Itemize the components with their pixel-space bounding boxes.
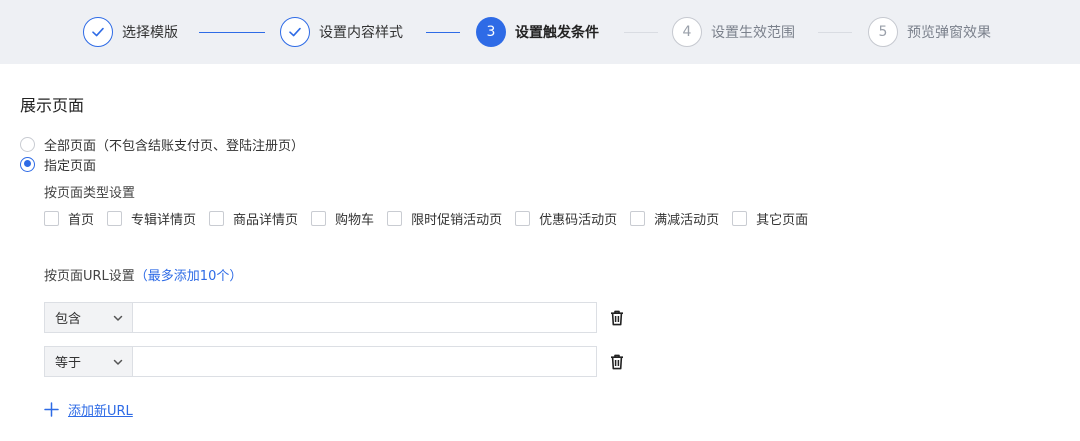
chevron-down-icon xyxy=(113,359,123,365)
add-url-button[interactable]: 添加新URL xyxy=(44,399,133,419)
condition-select[interactable]: 等于 xyxy=(44,346,132,377)
checkbox-product-detail[interactable]: 商品详情页 xyxy=(209,209,298,228)
checkbox-label: 限时促销活动页 xyxy=(411,212,503,228)
radio-button-checked[interactable] xyxy=(20,156,35,172)
page-type-checkboxes: 首页 专辑详情页 商品详情页 购物车 限时促销活动页 优惠码活动页 满减活动页 … xyxy=(44,209,821,228)
checkbox-coupon[interactable]: 优惠码活动页 xyxy=(515,209,617,228)
step-1[interactable]: 选择模版 xyxy=(83,17,178,47)
step-5-label: 预览弹窗效果 xyxy=(907,25,991,41)
step-1-label: 选择模版 xyxy=(122,25,178,41)
checkbox[interactable] xyxy=(209,210,225,226)
plus-icon xyxy=(44,401,59,417)
checkbox-home[interactable]: 首页 xyxy=(44,209,94,228)
checkbox[interactable] xyxy=(311,210,327,226)
by-type-title: 按页面类型设置 xyxy=(44,186,136,201)
checkbox[interactable] xyxy=(732,210,748,226)
step-3[interactable]: 3 设置触发条件 xyxy=(476,17,599,47)
step-connector xyxy=(199,32,265,33)
checkbox-label: 满减活动页 xyxy=(654,212,720,228)
step-3-number: 3 xyxy=(476,17,506,47)
add-url-label: 添加新URL xyxy=(68,403,133,419)
checkbox[interactable] xyxy=(515,210,531,226)
condition-select-value: 等于 xyxy=(55,356,82,371)
checkbox-label: 专辑详情页 xyxy=(131,212,197,228)
by-url-hint: （最多添加10个） xyxy=(134,269,243,284)
checkbox-flash-sale[interactable]: 限时促销活动页 xyxy=(387,209,502,228)
checkbox[interactable] xyxy=(44,210,59,226)
progress-stepper: 选择模版 设置内容样式 3 设置触发条件 4 设置生效范围 5 预览弹窗效果 xyxy=(0,0,1080,64)
radio-button[interactable] xyxy=(20,136,35,152)
checkbox-cart[interactable]: 购物车 xyxy=(311,209,374,228)
checkbox-album-detail[interactable]: 专辑详情页 xyxy=(107,209,196,228)
step-5-number: 5 xyxy=(868,17,898,47)
condition-select[interactable]: 包含 xyxy=(44,302,132,333)
checkbox-label: 其它页面 xyxy=(756,212,809,228)
step-2-check-icon xyxy=(280,17,310,47)
radio-specified-pages[interactable]: 指定页面 xyxy=(20,155,97,174)
by-url-title: 按页面URL设置（最多添加10个） xyxy=(44,265,242,284)
checkbox[interactable] xyxy=(387,210,403,226)
step-4[interactable]: 4 设置生效范围 xyxy=(672,17,795,47)
checkbox-other[interactable]: 其它页面 xyxy=(732,209,808,228)
step-connector xyxy=(624,32,658,33)
step-4-number: 4 xyxy=(672,17,702,47)
step-1-check-icon xyxy=(83,17,113,47)
section-title: 展示页面 xyxy=(20,96,85,115)
url-input[interactable] xyxy=(132,346,597,377)
checkbox-label: 首页 xyxy=(68,212,95,228)
checkbox-label: 商品详情页 xyxy=(233,212,299,228)
url-rule-row: 包含 xyxy=(44,302,625,333)
checkbox-label: 购物车 xyxy=(335,212,375,228)
step-2-label: 设置内容样式 xyxy=(319,25,403,41)
checkbox[interactable] xyxy=(107,210,123,226)
condition-select-value: 包含 xyxy=(55,312,82,327)
checkbox-discount[interactable]: 满减活动页 xyxy=(630,209,719,228)
chevron-down-icon xyxy=(113,315,123,321)
step-connector xyxy=(426,32,460,33)
radio-all-pages[interactable]: 全部页面（不包含结账支付页、登陆注册页） xyxy=(20,135,305,154)
step-5[interactable]: 5 预览弹窗效果 xyxy=(868,17,991,47)
step-connector xyxy=(818,32,852,33)
url-input[interactable] xyxy=(132,302,597,333)
checkbox[interactable] xyxy=(630,210,646,226)
step-4-label: 设置生效范围 xyxy=(711,25,795,41)
step-2[interactable]: 设置内容样式 xyxy=(280,17,403,47)
checkbox-label: 优惠码活动页 xyxy=(539,212,618,228)
by-url-title-text: 按页面URL设置 xyxy=(44,269,135,284)
trash-icon[interactable] xyxy=(609,354,625,370)
step-3-label: 设置触发条件 xyxy=(515,25,599,41)
url-rule-row: 等于 xyxy=(44,346,625,377)
radio-label: 指定页面 xyxy=(44,158,97,174)
radio-label: 全部页面（不包含结账支付页、登陆注册页） xyxy=(44,138,305,154)
trash-icon[interactable] xyxy=(609,310,625,326)
